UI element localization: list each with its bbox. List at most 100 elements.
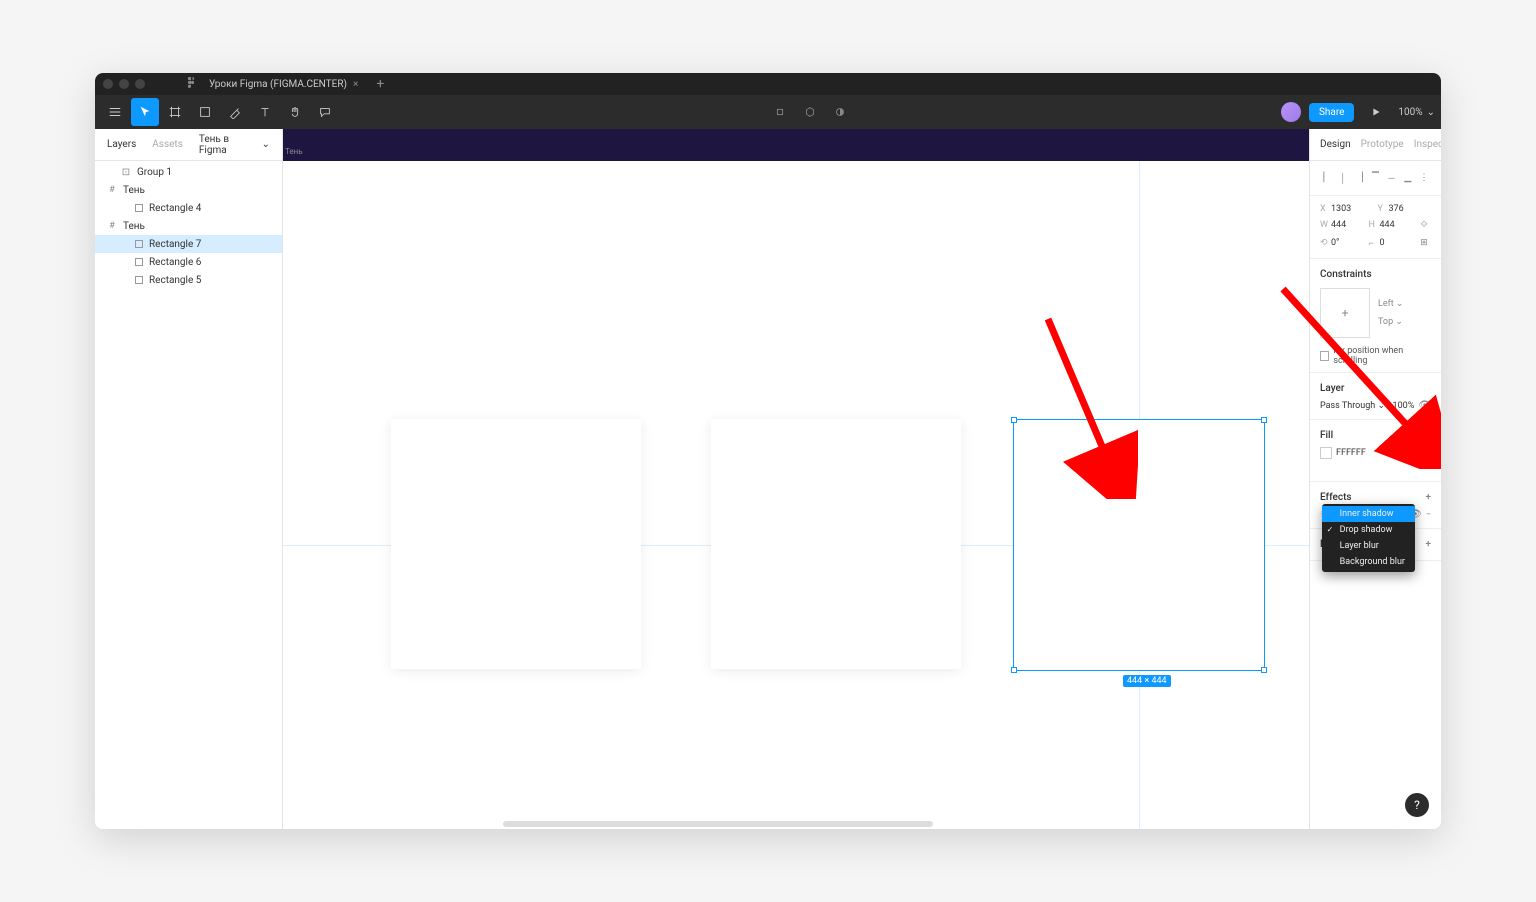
main-area: Layers Assets Тень в Figma ⌄ ⊡Group 1 Те… [95,129,1441,829]
align-hcenter-icon[interactable]: │ [1336,171,1350,185]
align-bottom-icon[interactable]: ▁ [1401,171,1415,185]
constraint-v-select[interactable]: Top ⌄ [1378,317,1403,327]
shape-tool[interactable] [191,98,219,126]
add-tab-button[interactable]: + [370,76,390,92]
present-button[interactable] [1362,98,1390,126]
tab-prototype[interactable]: Prototype [1361,139,1404,150]
selection-handle[interactable] [1011,417,1017,423]
user-avatar[interactable] [1281,102,1301,122]
title-bar: Уроки Figma (FIGMA.CENTER) × + [95,73,1441,95]
close-window-icon[interactable] [103,79,113,89]
component-tool-icon[interactable] [766,98,794,126]
toolbar-left [101,98,339,126]
menu-button[interactable] [101,98,129,126]
align-top-icon[interactable]: ▔ [1368,171,1382,185]
constraint-h-select[interactable]: Left ⌄ [1378,299,1403,309]
add-fill-button[interactable]: + [1425,430,1431,441]
hand-tool[interactable] [281,98,309,126]
layer-row[interactable]: Тень [95,217,282,235]
visibility-icon[interactable]: 👁 [1409,448,1422,459]
canvas-rectangle[interactable] [391,419,641,669]
add-export-button[interactable]: + [1425,539,1431,550]
selection-handle[interactable] [1011,667,1017,673]
page-selector[interactable]: Тень в Figma ⌄ [199,134,270,156]
y-input[interactable]: Y376 [1378,204,1432,214]
tab-inspect[interactable]: Inspect [1414,139,1441,150]
radius-value: 0 [1380,238,1385,248]
rectangle-icon [135,204,143,212]
boolean-tool-icon[interactable] [826,98,854,126]
distribute-icon[interactable]: ⋮ [1417,171,1431,185]
align-right-icon[interactable]: ▕ [1352,171,1366,185]
tab-design[interactable]: Design [1320,139,1351,150]
canvas[interactable]: Тень 444 × 444 [283,129,1309,829]
mask-tool-icon[interactable] [796,98,824,126]
x-input[interactable]: X1303 [1320,204,1374,214]
layer-name: Rectangle 5 [149,275,201,286]
comment-tool[interactable] [311,98,339,126]
layer-row[interactable]: ⊡Group 1 [95,163,282,181]
layer-row[interactable]: Rectangle 5 [95,271,282,289]
selection-handle[interactable] [1261,667,1267,673]
tab-title: Уроки Figma (FIGMA.CENTER) [209,79,347,90]
dropdown-item-background-blur[interactable]: Background blur [1322,554,1415,570]
style-icon[interactable]: ⊞ [1415,430,1423,441]
help-button[interactable]: ? [1405,793,1429,817]
layer-name: Rectangle 6 [149,257,201,268]
maximize-window-icon[interactable] [135,79,145,89]
fill-color-swatch[interactable] [1320,447,1332,459]
align-vcenter-icon[interactable]: ─ [1385,171,1399,185]
dropdown-item-inner-shadow[interactable]: Inner shadow [1322,506,1415,522]
rotation-input[interactable]: ⟲0° [1320,238,1365,248]
layer-opacity[interactable]: 100% [1393,401,1415,411]
dropdown-item-drop-shadow[interactable]: ✓Drop shadow [1322,522,1415,538]
selection-handle[interactable] [1261,417,1267,423]
add-effect-button[interactable]: + [1425,492,1431,503]
canvas-frame-bg [283,129,1309,161]
remove-effect-button[interactable]: − [1426,510,1431,520]
page-name: Тень в Figma [199,134,259,156]
width-input[interactable]: W444 [1320,220,1365,230]
fill-hex[interactable]: FFFFFF [1336,448,1366,458]
height-input[interactable]: H444 [1369,220,1414,230]
move-tool[interactable] [131,98,159,126]
visibility-icon[interactable]: 👁 [1418,400,1431,411]
canvas-rectangle[interactable] [711,419,961,669]
add-stroke-button[interactable]: + [1426,463,1431,473]
layer-row[interactable]: Тень [95,181,282,199]
canvas-rectangle-selected[interactable] [1013,419,1265,671]
frame-icon [107,185,117,195]
tab-assets[interactable]: Assets [152,139,183,150]
document-tab[interactable]: Уроки Figma (FIGMA.CENTER) × [201,75,366,94]
minimize-window-icon[interactable] [119,79,129,89]
plus-icon: + [1342,306,1349,320]
blend-mode-select[interactable]: Pass Through ⌄ [1320,401,1385,411]
radius-input[interactable]: ⌐0 [1369,238,1414,249]
fill-opacity[interactable]: 100% [1383,448,1405,458]
zoom-value: 100% [1398,107,1422,118]
zoom-control[interactable]: 100% ⌄ [1398,107,1435,118]
right-panel-tabs: Design Prototype Inspect [1310,129,1441,161]
fix-scroll-checkbox[interactable]: Fix position when scrolling [1320,342,1431,366]
app-window: Уроки Figma (FIGMA.CENTER) × + [95,73,1441,829]
layer-row[interactable]: Rectangle 4 [95,199,282,217]
pen-tool[interactable] [221,98,249,126]
tab-layers[interactable]: Layers [107,139,136,150]
dropdown-item-layer-blur[interactable]: Layer blur [1322,538,1415,554]
figma-logo-icon[interactable] [185,78,197,90]
layer-name: Group 1 [137,167,172,178]
text-tool[interactable] [251,98,279,126]
layer-row-selected[interactable]: Rectangle 7 [95,235,282,253]
window-controls [103,79,145,89]
horizontal-scrollbar[interactable] [503,821,933,827]
close-tab-icon[interactable]: × [353,79,358,90]
constraints-widget[interactable]: + [1320,288,1370,338]
lock-aspect-icon[interactable]: ⟐ [1417,218,1431,232]
document-tabs: Уроки Figma (FIGMA.CENTER) × + [185,73,390,95]
remove-fill-button[interactable]: − [1426,448,1431,458]
align-left-icon[interactable]: ▏ [1320,171,1334,185]
layer-row[interactable]: Rectangle 6 [95,253,282,271]
frame-tool[interactable] [161,98,189,126]
share-button[interactable]: Share [1309,103,1354,122]
independent-corners-icon[interactable]: ⊞ [1417,236,1431,250]
